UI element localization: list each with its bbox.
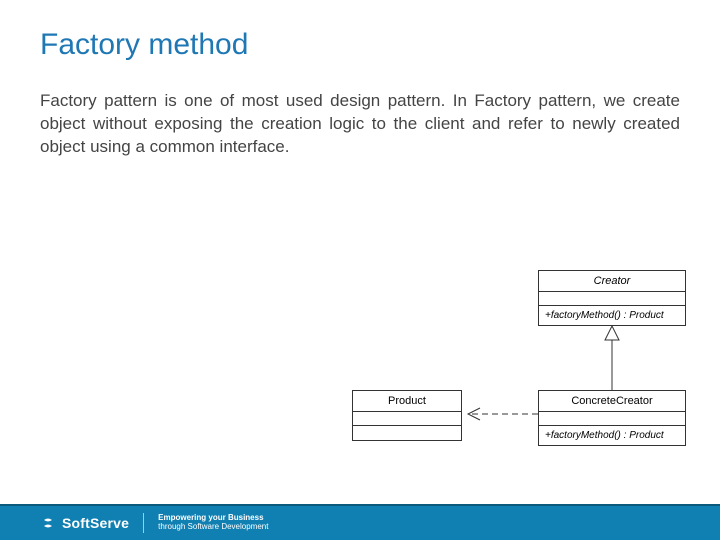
footer-brand-text: SoftServe [62,515,129,531]
uml-product-name: Product [353,391,461,412]
footer-tagline-line2: through Software Development [158,523,268,532]
uml-concretecreator-name: ConcreteCreator [539,391,685,412]
uml-creator-name: Creator [539,271,685,292]
uml-product-box: Product [352,390,462,441]
slide-title: Factory method [40,28,680,62]
uml-creator-op: +factoryMethod() : Product [539,306,685,325]
footer-tagline: Empowering your Business through Softwar… [144,514,268,532]
uml-concretecreator-attrs [539,412,685,426]
uml-concretecreator-op: +factoryMethod() : Product [539,426,685,445]
uml-creator-box: Creator +factoryMethod() : Product [538,270,686,326]
footer-accent-line [0,504,720,506]
uml-concretecreator-box: ConcreteCreator +factoryMethod() : Produ… [538,390,686,446]
uml-product-ops [353,426,461,440]
uml-creator-attrs [539,292,685,306]
slide-footer: SoftServe Empowering your Business throu… [0,506,720,540]
softserve-logo-icon [40,515,56,531]
slide-body-text: Factory pattern is one of most used desi… [40,90,680,159]
footer-logo: SoftServe [0,513,144,533]
uml-product-attrs [353,412,461,426]
